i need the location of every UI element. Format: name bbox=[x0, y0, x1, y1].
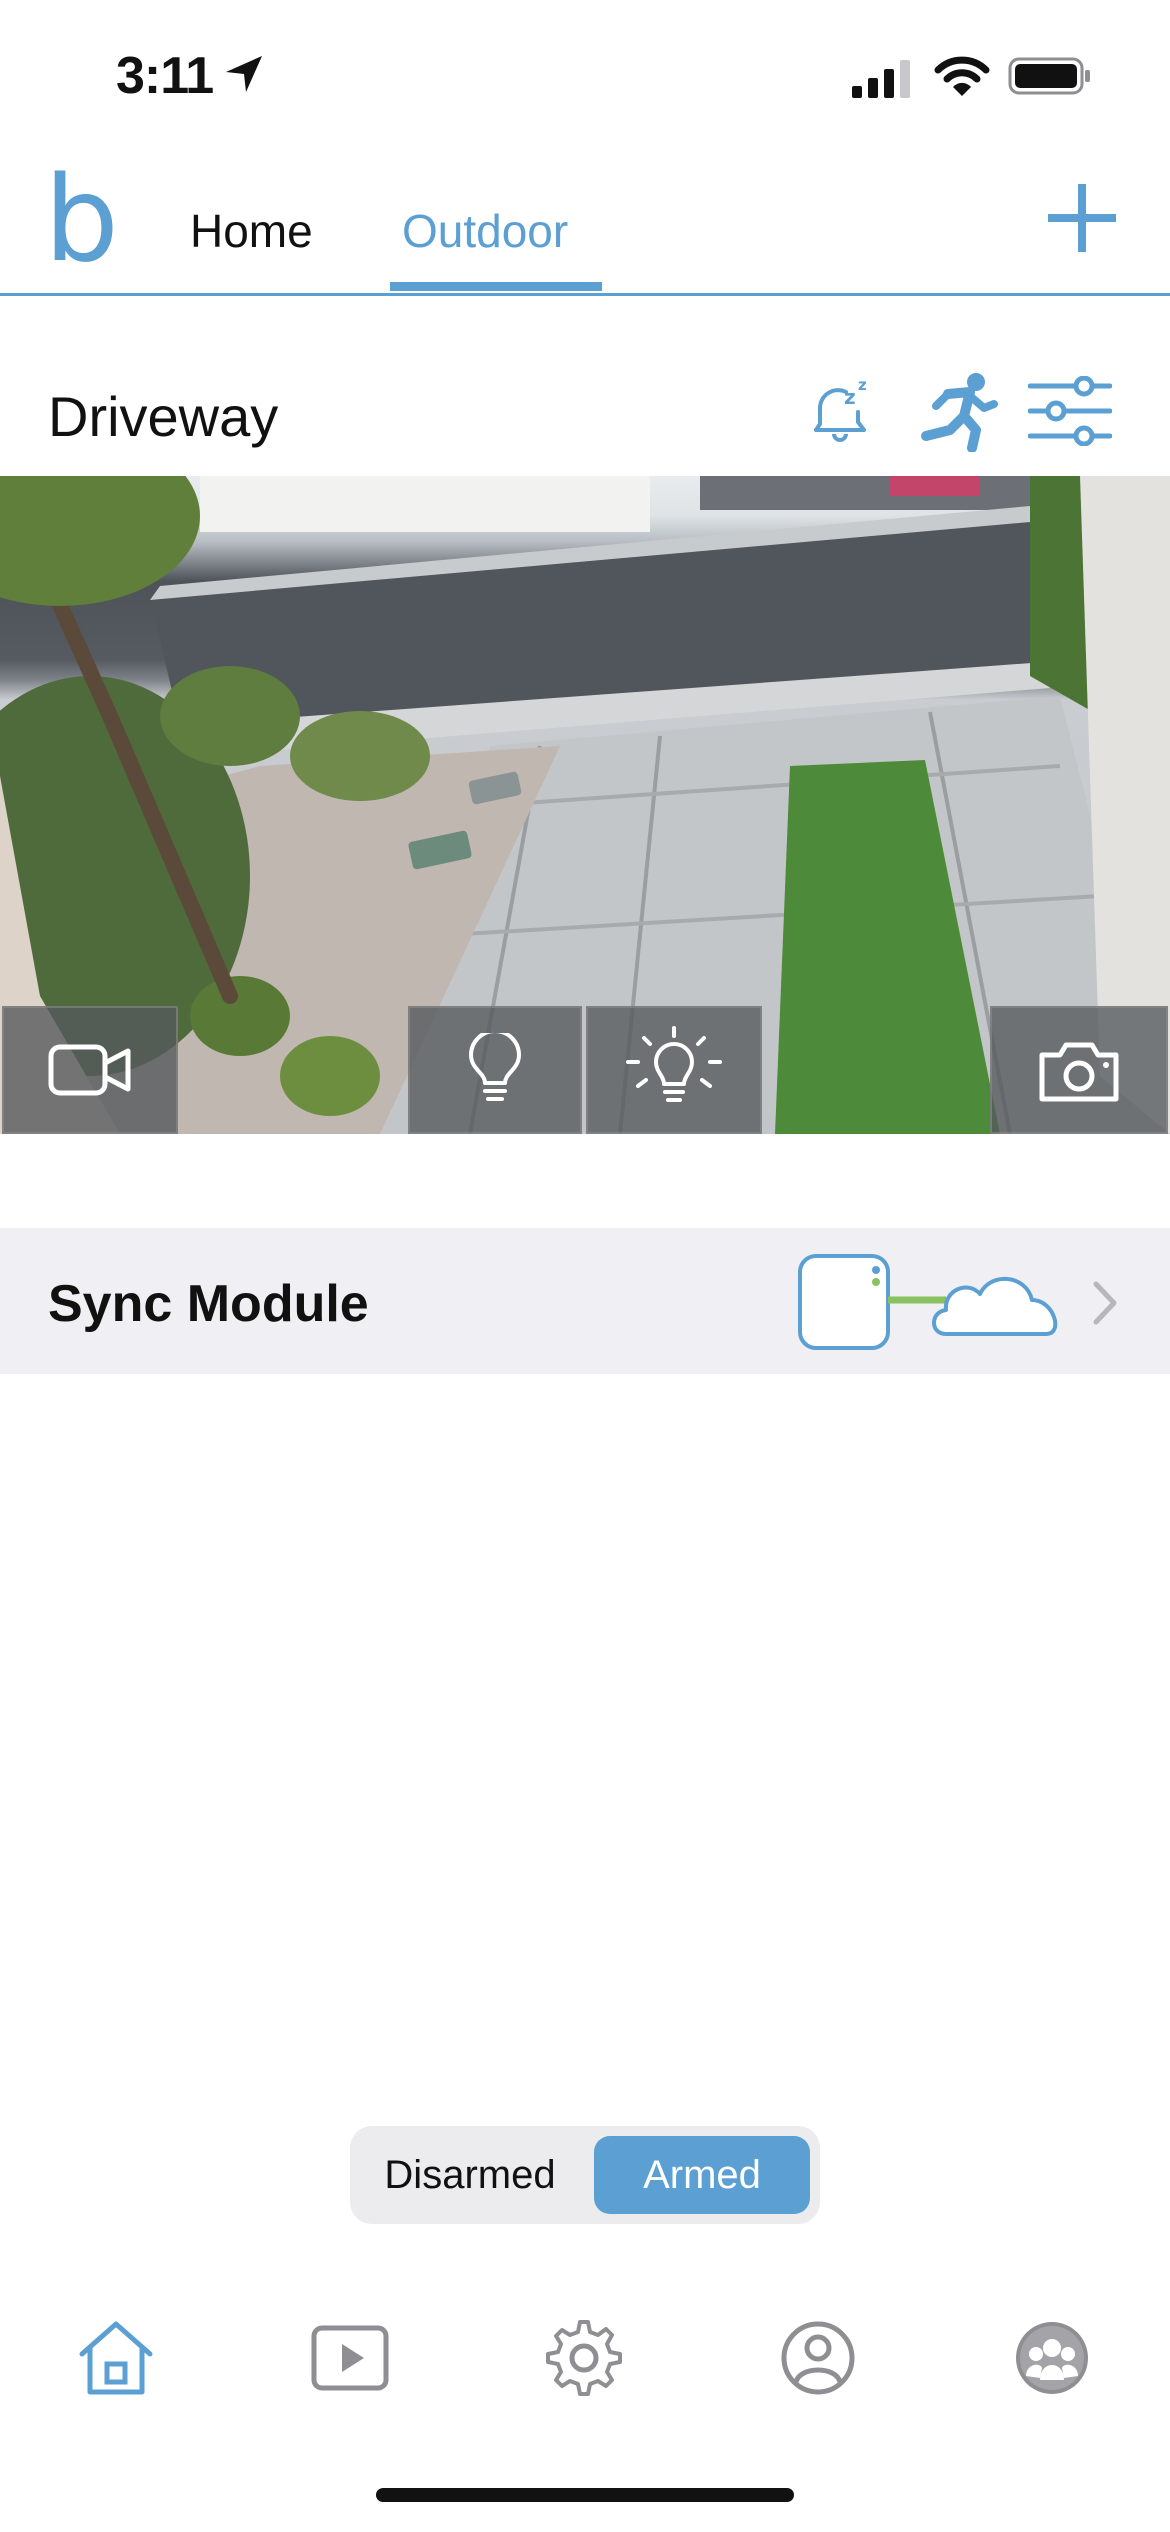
sync-module-cloud-icon bbox=[798, 1254, 1058, 1350]
tab-home[interactable]: Home bbox=[190, 204, 313, 258]
location-arrow-icon bbox=[226, 56, 262, 92]
cellular-signal-icon bbox=[852, 60, 910, 98]
home-indicator bbox=[376, 2488, 794, 2502]
svg-text:z: z bbox=[844, 385, 856, 409]
clips-icon[interactable] bbox=[308, 2316, 392, 2400]
svg-text:z: z bbox=[858, 376, 867, 394]
motion-runner-icon[interactable] bbox=[918, 370, 998, 452]
arm-toggle: Disarmed Armed bbox=[350, 2126, 820, 2224]
wifi-icon bbox=[934, 56, 990, 96]
snooze-bell-icon[interactable]: z z bbox=[806, 374, 874, 446]
account-icon[interactable] bbox=[776, 2316, 860, 2400]
camera-snapshot-icon bbox=[1039, 1042, 1119, 1102]
sync-module-label: Sync Module bbox=[48, 1275, 369, 1333]
light-toggle-button[interactable] bbox=[408, 1006, 582, 1134]
light-bulb-icon bbox=[469, 1033, 521, 1101]
bright-light-icon bbox=[626, 1026, 722, 1102]
live-view-button[interactable] bbox=[2, 1006, 178, 1134]
settings-gear-icon[interactable] bbox=[542, 2316, 626, 2400]
app-logo: b bbox=[44, 150, 119, 288]
battery-icon bbox=[1008, 57, 1090, 95]
sync-module-row[interactable]: Sync Module bbox=[0, 1228, 1170, 1374]
sliders-icon[interactable] bbox=[1028, 376, 1112, 446]
snapshot-button[interactable] bbox=[990, 1006, 1168, 1134]
light-brightness-button[interactable] bbox=[586, 1006, 762, 1134]
status-bar: 3:11 bbox=[0, 0, 1170, 150]
active-tab-indicator bbox=[390, 282, 602, 291]
status-time: 3:11 bbox=[116, 47, 214, 105]
armed-option[interactable]: Armed bbox=[594, 2136, 810, 2214]
video-camera-icon bbox=[48, 1044, 131, 1096]
tab-outdoor[interactable]: Outdoor bbox=[402, 204, 568, 258]
bottom-nav bbox=[0, 2300, 1170, 2420]
shared-users-icon[interactable] bbox=[1010, 2316, 1094, 2400]
disarmed-option[interactable]: Disarmed bbox=[360, 2136, 580, 2214]
app-header: b Home Outdoor bbox=[0, 150, 1170, 296]
home-icon[interactable] bbox=[74, 2316, 158, 2400]
plus-icon[interactable] bbox=[1046, 182, 1118, 254]
camera-name: Driveway bbox=[48, 385, 279, 448]
chevron-right-icon bbox=[1093, 1281, 1117, 1325]
